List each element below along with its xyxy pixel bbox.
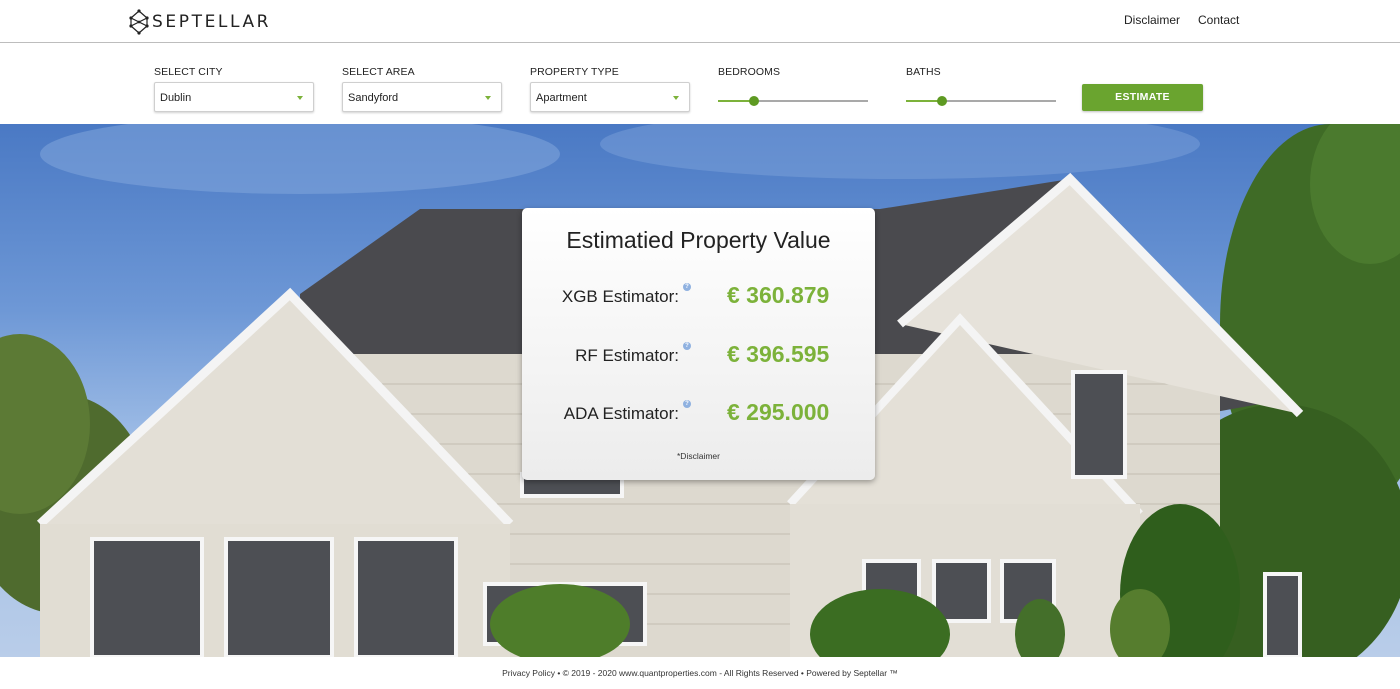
xgb-estimator-value: € 360.879: [727, 282, 830, 308]
xgb-estimator-label: XGB Estimator:: [561, 287, 679, 306]
ada-estimator-value: € 295.000: [727, 399, 830, 425]
city-select-value: Dublin: [160, 92, 192, 104]
city-label: SELECT CITY: [154, 66, 223, 78]
page-footer: Privacy Policy • © 2019 - 2020 www.quant…: [0, 657, 1400, 686]
dropdown-caret-icon: [673, 96, 679, 100]
ada-estimator-label: ADA Estimator:: [563, 404, 679, 423]
xgb-estimator-row: XGB Estimator: ? € 360.879: [522, 282, 875, 312]
baths-label: BATHS: [906, 66, 941, 78]
logo-text: SEPTELLAR: [152, 12, 272, 32]
bedrooms-label: BEDROOMS: [718, 66, 781, 78]
area-select-value: Sandyford: [348, 92, 399, 104]
dropdown-caret-icon: [485, 96, 491, 100]
septellar-logo[interactable]: SEPTELLAR: [128, 9, 271, 35]
help-icon[interactable]: ?: [683, 400, 691, 408]
slider-thumb[interactable]: [749, 96, 759, 106]
bedrooms-slider[interactable]: [718, 96, 868, 108]
nav-contact-link[interactable]: Contact: [1198, 13, 1239, 27]
area-select[interactable]: Sandyford: [342, 82, 502, 112]
card-disclaimer-link[interactable]: *Disclaimer: [522, 451, 875, 461]
rf-estimator-row: RF Estimator: ? € 396.595: [522, 341, 875, 371]
dropdown-caret-icon: [297, 96, 303, 100]
footer-text: Privacy Policy • © 2019 - 2020 www.quant…: [502, 668, 898, 678]
property-type-select[interactable]: Apartment: [530, 82, 690, 112]
estimate-result-card: Estimatied Property Value XGB Estimator:…: [522, 208, 875, 480]
nav-disclaimer-link[interactable]: Disclaimer: [1124, 13, 1180, 27]
ada-estimator-row: ADA Estimator: ? € 295.000: [522, 399, 875, 429]
baths-slider[interactable]: [906, 96, 1056, 108]
city-select[interactable]: Dublin: [154, 82, 314, 112]
slider-thumb[interactable]: [937, 96, 947, 106]
help-icon[interactable]: ?: [683, 342, 691, 350]
property-type-label: PROPERTY TYPE: [530, 66, 619, 78]
property-type-select-value: Apartment: [536, 92, 587, 104]
logo-icon: [129, 9, 149, 35]
rf-estimator-label: RF Estimator:: [575, 346, 679, 365]
rf-estimator-value: € 396.595: [727, 341, 830, 367]
estimate-button[interactable]: ESTIMATE: [1082, 84, 1203, 111]
top-header: SEPTELLAR Disclaimer Contact: [0, 0, 1400, 43]
help-icon[interactable]: ?: [683, 283, 691, 291]
area-label: SELECT AREA: [342, 66, 415, 78]
card-title: Estimatied Property Value: [566, 227, 831, 253]
filter-bar: SELECT CITY Dublin SELECT AREA Sandyford…: [0, 44, 1400, 124]
